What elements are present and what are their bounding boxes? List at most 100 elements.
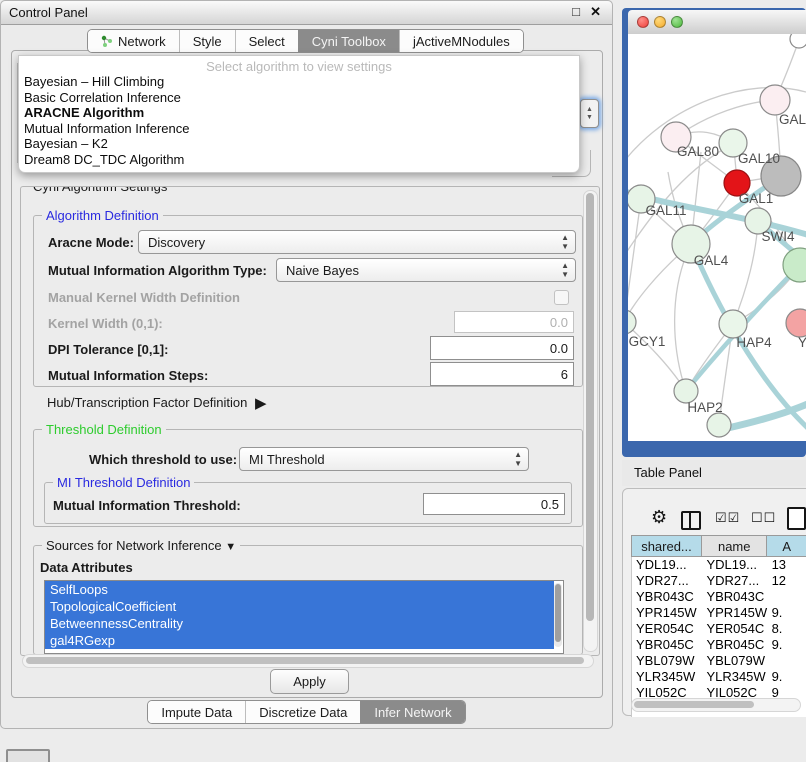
table-row[interactable]: YDR27...YDR27...12	[632, 573, 806, 589]
table-cell[interactable]: YLR345W	[702, 669, 767, 685]
table-cell[interactable]: YLR345W	[632, 669, 702, 685]
attribute-option-selfloops[interactable]: SelfLoops	[45, 581, 554, 598]
table-cell[interactable]: 12	[768, 573, 806, 589]
attribute-option-betweennesscentrality[interactable]: BetweennessCentrality	[45, 615, 554, 632]
table-row[interactable]: YPR145WYPR145W9.	[632, 605, 806, 621]
table-row[interactable]: YBR045CYBR045C9.	[632, 637, 806, 653]
control-panel-title: Control Panel	[9, 5, 88, 20]
tab-discretize-data[interactable]: Discretize Data	[245, 701, 360, 723]
table-cell[interactable]	[768, 653, 806, 669]
tab-impute-data[interactable]: Impute Data	[148, 701, 245, 723]
network-node-gal[interactable]	[760, 85, 790, 115]
table-cell[interactable]: YBL079W	[702, 653, 767, 669]
column-header-name[interactable]: name	[702, 535, 768, 557]
gear-icon[interactable]: ⚙	[651, 507, 667, 527]
algorithm-option-aracne-algorithm[interactable]: ARACNE Algorithm	[19, 105, 579, 121]
settings-horizontal-scrollbar[interactable]	[22, 654, 594, 668]
tab-network[interactable]: Network	[88, 30, 179, 52]
data-attributes-list[interactable]: SelfLoopsTopologicalCoefficientBetweenne…	[44, 580, 564, 654]
hub-definition-toggle[interactable]: Hub/Transcription Factor Definition ▶	[47, 393, 263, 411]
tab-infer-network[interactable]: Infer Network	[360, 701, 464, 723]
table-cell[interactable]: 9.	[768, 637, 806, 653]
network-node-hap4[interactable]	[719, 310, 747, 338]
tab-select[interactable]: Select	[235, 30, 298, 52]
table-row[interactable]: YDL19...YDL19...13	[632, 557, 806, 573]
network-node-gcy1[interactable]	[628, 310, 636, 334]
sources-group-title[interactable]: Sources for Network Inference ▼	[42, 538, 240, 553]
mi-steps-field[interactable]: 6	[430, 362, 574, 386]
table-cell[interactable]: 9.	[768, 605, 806, 621]
table-horizontal-scrollbar[interactable]	[631, 698, 801, 712]
close-icon[interactable]: ✕	[590, 4, 601, 20]
algorithm-option-list: Bayesian – Hill ClimbingBasic Correlatio…	[19, 74, 579, 167]
focused-combo-stepper-icon[interactable]: ▲▼	[580, 99, 599, 128]
mi-algorithm-type-select[interactable]: Naive Bayes ▲▼	[276, 258, 576, 282]
unselect-all-columns-icon[interactable]: ☐☐	[751, 510, 776, 526]
network-node-y[interactable]	[786, 309, 806, 337]
dpi-tolerance-field[interactable]: 0.0	[430, 336, 574, 360]
show-columns-icon[interactable]	[681, 511, 701, 530]
table-cell[interactable]: 8.	[768, 621, 806, 637]
table-cell[interactable]: YBR043C	[702, 589, 767, 605]
which-threshold-select[interactable]: MI Threshold ▲▼	[239, 447, 529, 471]
table-cell[interactable]: YER054C	[702, 621, 767, 637]
mac-minimize-icon[interactable]	[654, 16, 666, 28]
table-cell[interactable]: YBR045C	[702, 637, 767, 653]
tab-label: Discretize Data	[259, 705, 347, 720]
float-window-icon[interactable]: □	[572, 4, 580, 19]
table-cell[interactable]: YDL19...	[632, 557, 702, 573]
table-row[interactable]: YBL079WYBL079W	[632, 653, 806, 669]
tab-cyni-toolbox[interactable]: Cyni Toolbox	[298, 30, 399, 52]
network-canvas[interactable]: GALGAL80GAL10GAL1GAL11SWI4GAL4GCY1HAP4YH…	[628, 34, 806, 441]
table-cell[interactable]: YDR27...	[632, 573, 702, 589]
table-cell[interactable]: YDL19...	[702, 557, 767, 573]
table-cell[interactable]: 9.	[768, 669, 806, 685]
table-row[interactable]: YBR043CYBR043C	[632, 589, 806, 605]
new-table-icon[interactable]	[787, 507, 806, 530]
table-panel-title: Table Panel	[634, 465, 702, 480]
algorithm-option-basic-correlation-inference[interactable]: Basic Correlation Inference	[19, 90, 579, 106]
attribute-option-gal4rgexp[interactable]: gal4RGexp	[45, 632, 554, 649]
table-row[interactable]: YLR345WYLR345W9.	[632, 669, 806, 685]
network-node[interactable]	[707, 413, 731, 437]
tab-jactivemnodules[interactable]: jActiveMNodules	[399, 30, 523, 52]
column-header-a[interactable]: A	[767, 535, 806, 557]
table-cell[interactable]: YBR045C	[632, 637, 702, 653]
algorithm-option-bayesian-k2[interactable]: Bayesian – K2	[19, 136, 579, 152]
table-cell[interactable]: YER054C	[632, 621, 702, 637]
network-node[interactable]	[790, 34, 806, 48]
table-cell[interactable]: YPR145W	[632, 605, 702, 621]
table-panel-titlebar[interactable]: Table Panel	[622, 460, 806, 486]
table-cell[interactable]: 13	[768, 557, 806, 573]
aracne-mode-select[interactable]: Discovery ▲▼	[138, 230, 576, 254]
network-window-titlebar[interactable]	[628, 10, 806, 35]
table-cell[interactable]: YPR145W	[702, 605, 767, 621]
tab-style[interactable]: Style	[179, 30, 235, 52]
kernel-width-field[interactable]: 0.0	[454, 311, 574, 333]
algorithm-option-bayesian-hill-climbing[interactable]: Bayesian – Hill Climbing	[19, 74, 579, 90]
mac-close-icon[interactable]	[637, 16, 649, 28]
attribute-option-topologicalcoefficient[interactable]: TopologicalCoefficient	[45, 598, 554, 615]
mac-zoom-icon[interactable]	[671, 16, 683, 28]
column-header-shared-[interactable]: shared...	[631, 535, 702, 557]
apply-button[interactable]: Apply	[270, 669, 349, 694]
table-row[interactable]: YER054CYER054C8.	[632, 621, 806, 637]
bottom-tabbar: Impute Data Discretize Data Infer Network	[147, 700, 465, 724]
algorithm-option-mutual-information-inference[interactable]: Mutual Information Inference	[19, 121, 579, 137]
tab-label: Cyni Toolbox	[312, 34, 386, 49]
table-cell[interactable]: YBR043C	[632, 589, 702, 605]
table-cell[interactable]: YBL079W	[632, 653, 702, 669]
which-threshold-value: MI Threshold	[249, 452, 325, 467]
algorithm-option-dream8-dc-tdc-algorithm[interactable]: Dream8 DC_TDC Algorithm	[19, 152, 579, 168]
control-panel-titlebar[interactable]: Control Panel □ ✕	[1, 1, 612, 25]
settings-vertical-scrollbar[interactable]	[583, 190, 598, 652]
mi-threshold-field[interactable]: 0.5	[423, 493, 565, 515]
node-label: GCY1	[629, 334, 666, 349]
tab-label: Network	[118, 34, 166, 49]
table-cell[interactable]	[768, 589, 806, 605]
attributes-list-scrollbar[interactable]	[554, 583, 562, 647]
minimized-panel-icon[interactable]	[6, 749, 50, 762]
select-all-columns-icon[interactable]: ☑☑	[715, 510, 740, 526]
manual-kernel-width-checkbox[interactable]	[554, 290, 569, 305]
table-cell[interactable]: YDR27...	[702, 573, 767, 589]
